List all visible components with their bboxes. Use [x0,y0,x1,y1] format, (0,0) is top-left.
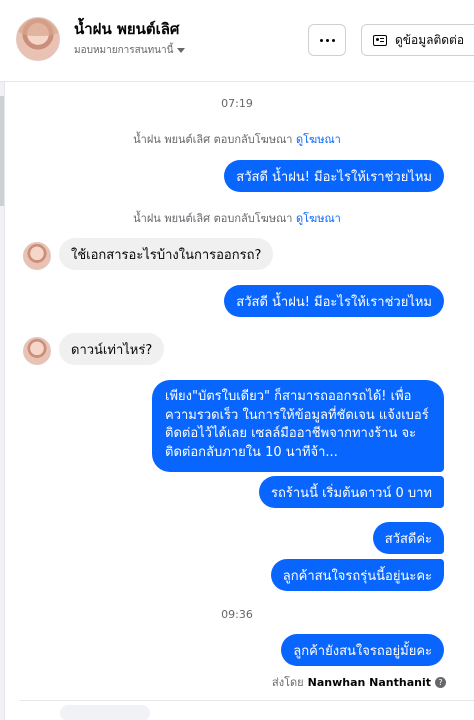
message-bubble-incoming[interactable]: ดาวน์เท่าไหร่? [59,333,165,365]
message-bubble-outgoing[interactable]: สวัสดีค่ะ [372,522,444,554]
message-bubble-outgoing[interactable]: สวัสดี น้ำฝน! มีอะไรให้เราช่วยไหม [224,160,444,192]
conversation-header: น้ำฝน พยนต์เลิศ มอบหมายการสนทนานี้ ดูข้อ… [0,0,474,82]
message-bubble-outgoing[interactable]: ลูกค้าสนใจรถรุ่นนี้อยู่นะคะ [270,559,444,591]
composer-input[interactable] [60,705,150,720]
more-options-button[interactable] [308,24,346,56]
caret-down-icon [177,48,186,53]
view-ad-link[interactable]: ดูโฆษณา [296,133,341,146]
more-icon [319,38,323,42]
message-bubble-outgoing[interactable]: รถร้านนี้ เริ่มต้นดาวน์ 0 บาท [259,476,444,508]
message-bubble-outgoing[interactable]: เพียง"บัตรใบเดียว" ก็สามารถออกรถได้! เพื… [152,380,444,472]
timestamp: 09:36 [221,608,253,621]
contact-name: น้ำฝน พยนต์เลิศ [74,20,180,38]
message-bubble-outgoing[interactable]: ลูกค้ายังสนใจรถอยู่มั้ยคะ [281,634,444,666]
message-bubble-incoming[interactable]: ใช้เอกสารอะไรบ้างในการออกรถ? [59,238,274,270]
view-ad-link[interactable]: ดูโฆษณา [296,212,341,225]
view-contact-button[interactable]: ดูข้อมูลติดต่อ [361,24,474,56]
view-contact-label: ดูข้อมูลติดต่อ [395,32,465,47]
sent-by-label: ส่งโดย Nanwhan Nanthanit ? [272,673,446,691]
help-icon[interactable]: ? [435,676,446,688]
ad-reply-note: น้ำฝน พยนต์เลิศ ตอบกลับโฆษณา ดูโฆษณา [0,130,474,148]
contact-card-icon [373,34,387,46]
assign-label: มอบหมายการสนทนานี้ [74,45,174,56]
avatar[interactable] [23,337,51,365]
assign-conversation-dropdown[interactable]: มอบหมายการสนทนานี้ [74,43,186,58]
sent-by-prefix: ส่งโดย [272,676,304,689]
sender-name: Nanwhan Nanthanit [307,675,431,689]
timestamp: 07:19 [221,97,253,110]
avatar[interactable] [23,242,51,270]
ad-reply-note: น้ำฝน พยนต์เลิศ ตอบกลับโฆษณา ดูโฆษณา [0,209,474,227]
scroll-indicator[interactable] [0,96,4,206]
ad-reply-text: น้ำฝน พยนต์เลิศ ตอบกลับโฆษณา [133,212,293,225]
message-bubble-outgoing[interactable]: สวัสดี น้ำฝน! มีอะไรให้เราช่วยไหม [224,285,444,317]
avatar[interactable] [16,17,60,61]
ad-reply-text: น้ำฝน พยนต์เลิศ ตอบกลับโฆษณา [133,133,293,146]
composer-area [20,700,474,720]
